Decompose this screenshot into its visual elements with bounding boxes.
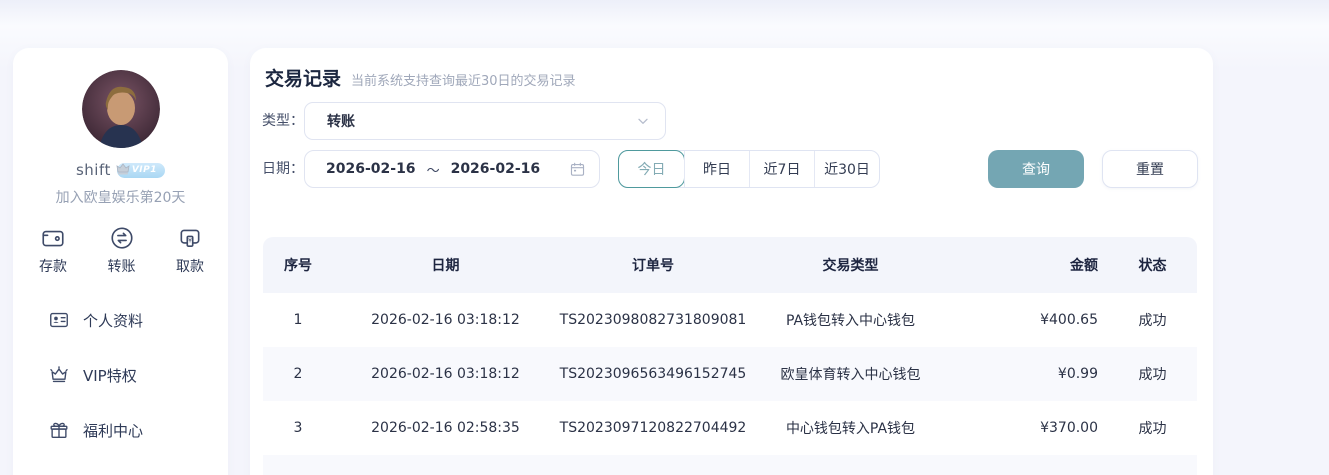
withdraw-icon: ¥: [177, 225, 203, 251]
vip-badge-label: VIP1: [132, 165, 157, 175]
wallet-icon: [40, 225, 66, 251]
column-header-status: 状态: [1108, 237, 1197, 293]
date-start-value: 2026-02-16: [326, 161, 416, 177]
username: shift: [76, 161, 111, 179]
range-button-group: 今日 昨日 近7日 近30日: [618, 150, 880, 188]
join-days-text: 加入欧皇娱乐第20天: [13, 187, 228, 207]
date-end-value: 2026-02-16: [451, 161, 541, 177]
id-card-icon: [48, 309, 70, 331]
gift-icon: [48, 419, 70, 441]
table-row: 2 2026-02-16 03:18:12 TS2023096563496152…: [263, 347, 1197, 401]
range-button-today[interactable]: 今日: [619, 151, 684, 187]
sidebar-item-label: VIP特权: [83, 365, 137, 386]
cell-amount: ¥0.99: [953, 347, 1108, 401]
type-select-value: 转账: [327, 111, 355, 131]
title-row: 交易记录 当前系统支持查询最近30日的交易记录: [265, 64, 576, 91]
page-title: 交易记录: [265, 64, 341, 91]
column-header-type: 交易类型: [748, 237, 953, 293]
avatar: [82, 70, 160, 148]
transfer-icon: [109, 225, 135, 251]
table-row: 3 2026-02-16 02:58:35 TS2023097120822704…: [263, 401, 1197, 455]
sidebar-item-welfare[interactable]: 福利中心: [13, 416, 228, 444]
transactions-table: 序号 日期 订单号 交易类型 金额 状态 1 2026-02-16 03:18:…: [263, 237, 1197, 475]
page: { "colors": { "accent": "#74a6b3", "acti…: [0, 0, 1329, 475]
quick-actions: 存款 转账 ¥ 取款: [13, 225, 228, 276]
sidebar-item-label: 个人资料: [83, 310, 143, 331]
user-line: shift VIP1: [13, 161, 228, 179]
date-separator: ～: [427, 160, 440, 179]
cell-order-no: TS2023097120822704492: [558, 401, 748, 455]
cell-date: 2026-02-16 03:18:12: [333, 293, 558, 347]
page-subtitle: 当前系统支持查询最近30日的交易记录: [351, 70, 576, 89]
cell-status: 成功: [1108, 293, 1197, 347]
cell-type: 中心钱包转入PA钱包: [748, 401, 953, 455]
cell-date: 2026-02-16 03:18:12: [333, 347, 558, 401]
quick-action-label: 取款: [176, 256, 204, 276]
cell-status: 成功: [1108, 401, 1197, 455]
cell-type: 欧皇体育转入中心钱包: [748, 347, 953, 401]
date-range-input[interactable]: 2026-02-16 ～ 2026-02-16: [304, 150, 600, 188]
column-header-date: 日期: [333, 237, 558, 293]
range-button-yesterday[interactable]: 昨日: [684, 151, 749, 187]
svg-text:¥: ¥: [188, 238, 192, 245]
cell-amount: ¥400.65: [953, 293, 1108, 347]
cell-index: 3: [263, 401, 333, 455]
crown-icon: [48, 364, 70, 386]
quick-action-deposit[interactable]: 存款: [39, 225, 67, 276]
cell-index: 1: [263, 293, 333, 347]
table-header-row: 序号 日期 订单号 交易类型 金额 状态: [263, 237, 1197, 293]
crown-medal-icon: [114, 161, 132, 179]
cell-type: PA钱包转入中心钱包: [748, 293, 953, 347]
table-row-partial: [263, 455, 1197, 475]
type-filter-label: 类型：: [262, 102, 304, 140]
cell-order-no: TS2023096563496152745: [558, 347, 748, 401]
sidebar-item-label: 福利中心: [83, 420, 143, 441]
quick-action-withdraw[interactable]: ¥ 取款: [176, 225, 204, 276]
reset-button[interactable]: 重置: [1102, 150, 1198, 188]
vip-badge: VIP1: [117, 163, 165, 178]
cell-amount: ¥370.00: [953, 401, 1108, 455]
calendar-icon: [569, 161, 586, 178]
sidebar-item-vip[interactable]: VIP特权: [13, 361, 228, 389]
cell-order-no: TS2023098082731809081: [558, 293, 748, 347]
sidebar-item-profile[interactable]: 个人资料: [13, 306, 228, 334]
chevron-down-icon: [635, 113, 651, 129]
query-button[interactable]: 查询: [988, 150, 1084, 188]
cell-status: 成功: [1108, 347, 1197, 401]
column-header-index: 序号: [263, 237, 333, 293]
quick-action-label: 存款: [39, 256, 67, 276]
range-button-30days[interactable]: 近30日: [814, 151, 879, 187]
date-filter-label: 日期：: [262, 150, 304, 188]
cell-index: 2: [263, 347, 333, 401]
type-select[interactable]: 转账: [304, 102, 666, 140]
column-header-amount: 金额: [953, 237, 1108, 293]
table-row: 1 2026-02-16 03:18:12 TS2023098082731809…: [263, 293, 1197, 347]
range-button-7days[interactable]: 近7日: [749, 151, 814, 187]
sidebar-menu: 个人资料 VIP特权 福利中心: [13, 306, 228, 444]
column-header-order-no: 订单号: [558, 237, 748, 293]
quick-action-label: 转账: [108, 256, 136, 276]
main-card: 交易记录 当前系统支持查询最近30日的交易记录 类型： 转账 日期： 2026-…: [250, 48, 1213, 475]
sidebar-card: shift VIP1 加入欧皇娱乐第20天 存款 转账: [13, 48, 228, 475]
cell-date: 2026-02-16 02:58:35: [333, 401, 558, 455]
quick-action-transfer[interactable]: 转账: [108, 225, 136, 276]
